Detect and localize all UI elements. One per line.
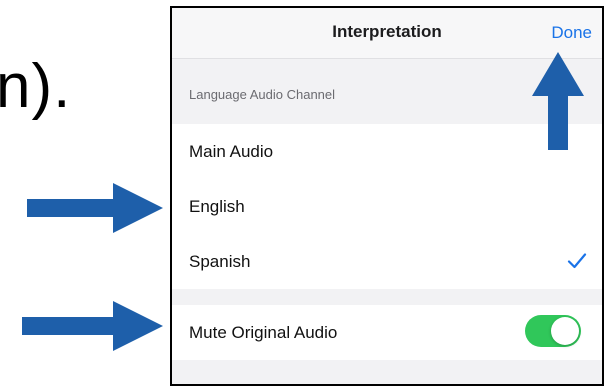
option-english[interactable]: English [172, 179, 602, 234]
section-header-label: Language Audio Channel [189, 87, 336, 102]
panel-title: Interpretation [332, 22, 442, 41]
option-label: Main Audio [189, 142, 274, 161]
option-spanish[interactable]: Spanish [172, 234, 602, 289]
navigation-bar: Interpretation Done [172, 8, 602, 58]
slide-text-fragment: n). [0, 52, 72, 121]
option-label: English [189, 197, 245, 216]
toggle-knob [551, 317, 579, 345]
option-label: Spanish [189, 252, 251, 271]
screenshot-stage: n). Interpretation Done Language Audio C… [0, 0, 613, 386]
checkmark-icon [567, 253, 587, 269]
mute-toggle[interactable] [525, 315, 581, 347]
section-gap [172, 289, 602, 305]
mute-label: Mute Original Audio [189, 323, 338, 342]
arrow-right-icon [27, 183, 163, 233]
arrow-up-icon [532, 52, 584, 150]
arrow-right-icon [22, 301, 163, 351]
done-button[interactable]: Done [551, 23, 592, 43]
mute-original-audio-row: Mute Original Audio [172, 305, 602, 360]
